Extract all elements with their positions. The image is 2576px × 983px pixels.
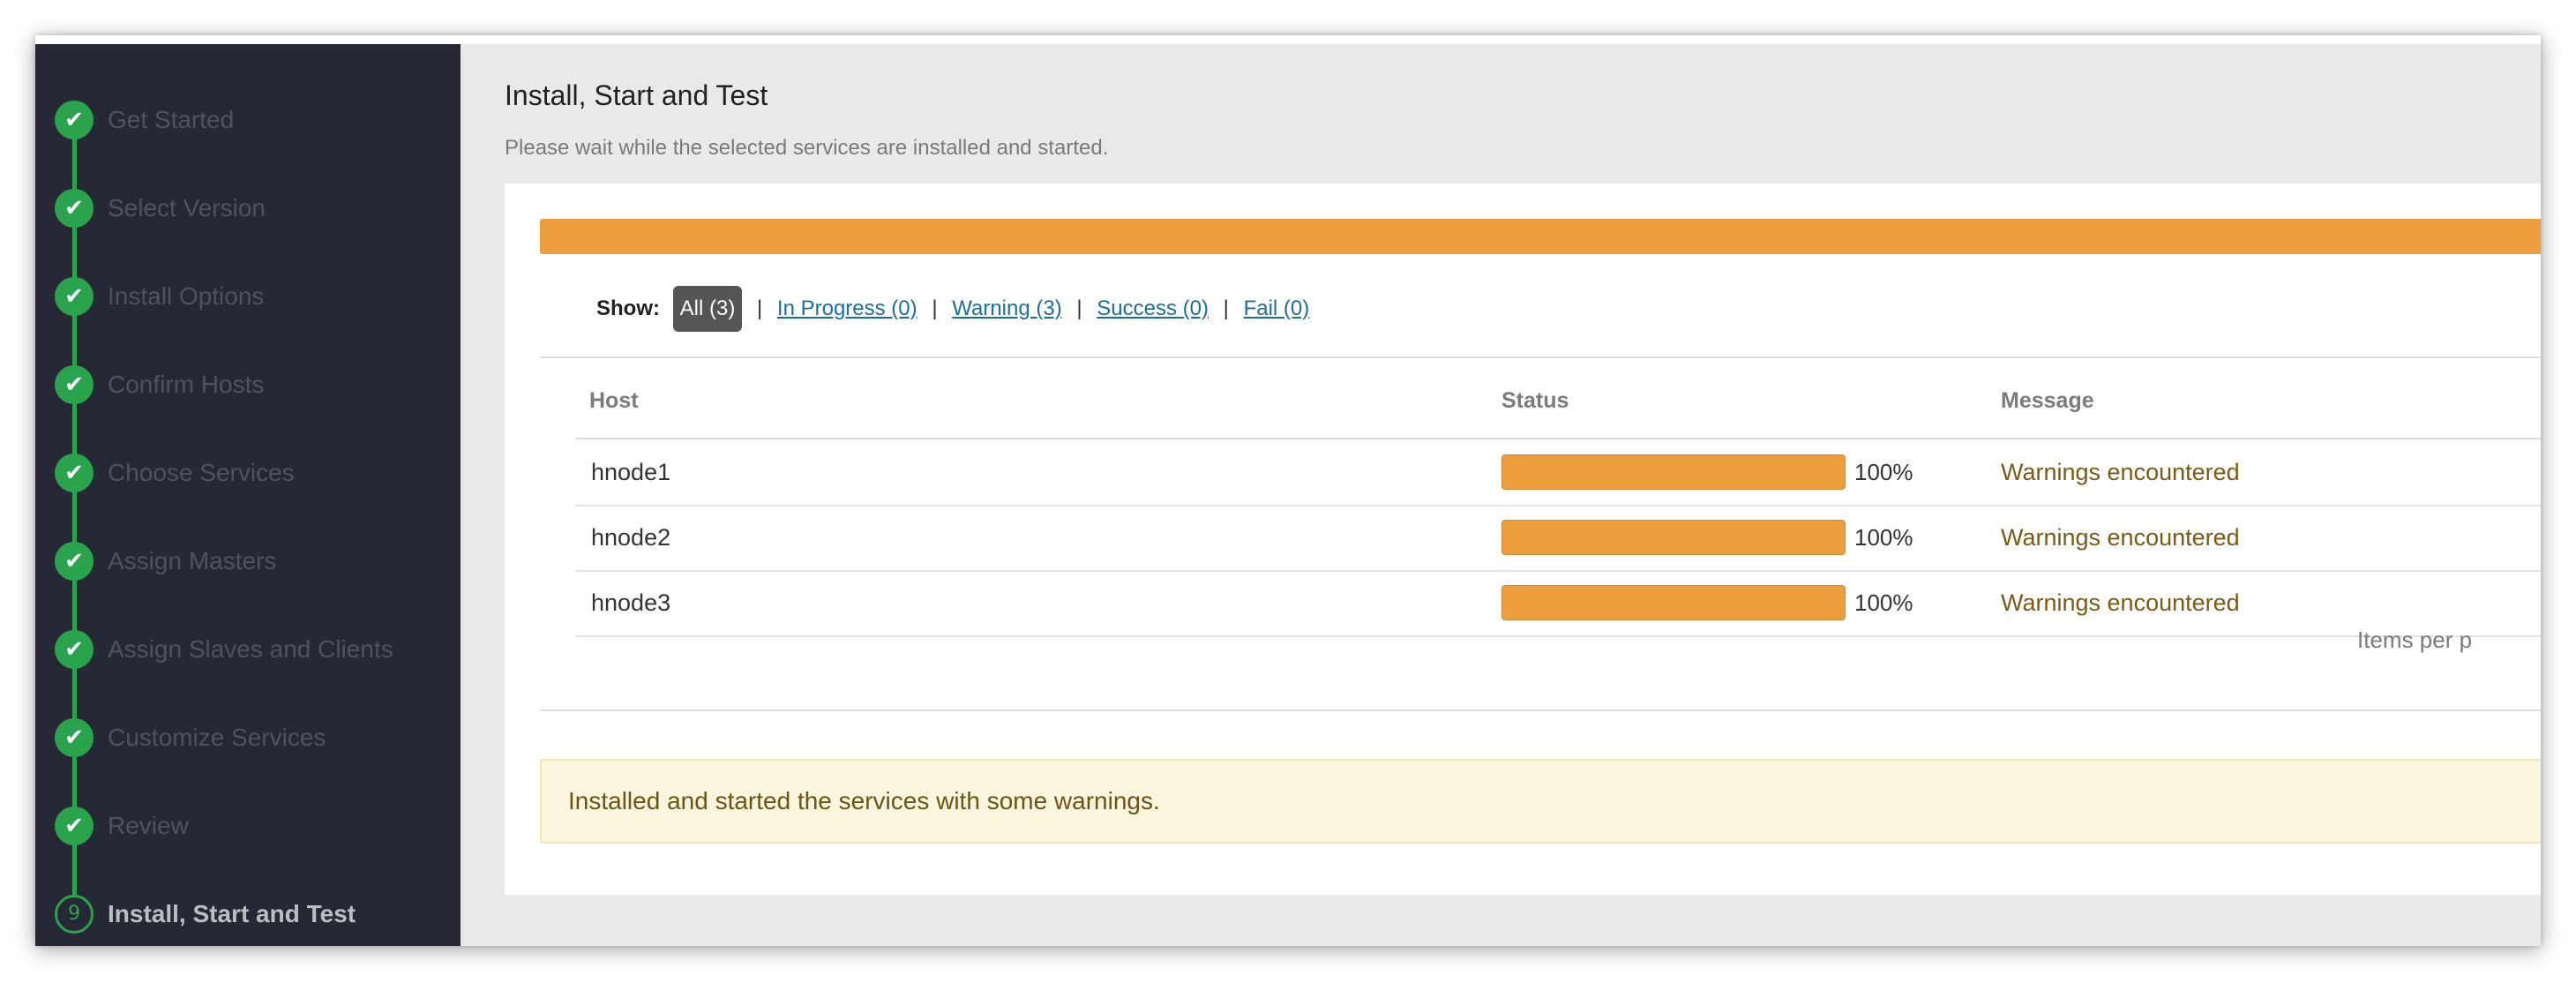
install-panel: Show: All (3) | In Progress (0) | Warnin… (505, 184, 2541, 895)
sidebar-step-get-started[interactable]: ✔ Get Started (35, 94, 461, 146)
sidebar-step-install-options[interactable]: ✔ Install Options (35, 270, 461, 323)
progress-fill (1501, 454, 1846, 490)
filter-all[interactable]: All (3) (672, 286, 743, 332)
host-message-link[interactable]: Warnings encountered (2001, 505, 2240, 570)
filter-separator: | (1076, 296, 1082, 320)
host-name: hnode2 (591, 524, 671, 551)
step-label: Choose Services (108, 459, 295, 486)
sidebar-step-install-start-test[interactable]: 9 Install, Start and Test (35, 888, 461, 941)
filter-separator: | (757, 296, 763, 320)
progress-track (72, 124, 77, 918)
step-number-icon: 9 (55, 895, 94, 934)
filter-warning[interactable]: Warning (3) (952, 296, 1061, 320)
check-icon: ✔ (55, 630, 94, 669)
check-icon: ✔ (55, 718, 94, 757)
sidebar-step-select-version[interactable]: ✔ Select Version (35, 182, 461, 235)
installer-window: ✔ Get Started ✔ Select Version ✔ Install… (35, 35, 2541, 946)
table-row: hnode2 100% Warnings encountered (575, 505, 2541, 572)
check-icon: ✔ (55, 807, 94, 845)
table-row: hnode1 100% Warnings encountered (575, 439, 2541, 507)
divider (540, 356, 2541, 358)
sidebar-step-assign-masters[interactable]: ✔ Assign Masters (35, 535, 461, 588)
check-icon: ✔ (55, 101, 94, 139)
items-per-page[interactable]: Items per p (2357, 627, 2472, 654)
host-progress-bar (1501, 520, 1846, 555)
step-label: Confirm Hosts (108, 371, 265, 398)
check-icon: ✔ (55, 277, 94, 316)
sidebar-step-confirm-hosts[interactable]: ✔ Confirm Hosts (35, 358, 461, 411)
filter-separator: | (932, 296, 938, 320)
show-label: Show: (596, 296, 660, 320)
sidebar-step-assign-slaves-clients[interactable]: ✔ Assign Slaves and Clients (35, 623, 461, 676)
step-label: Assign Masters (108, 547, 277, 574)
page-subtitle: Please wait while the selected services … (505, 136, 1109, 160)
step-label: Install, Start and Test (108, 900, 356, 927)
host-progress-bar (1501, 585, 1846, 620)
check-icon: ✔ (55, 454, 94, 492)
progress-percent: 100% (1854, 459, 1913, 485)
column-header-message: Message (2001, 388, 2094, 413)
filter-separator: | (1223, 296, 1229, 320)
check-icon: ✔ (55, 189, 94, 228)
check-icon: ✔ (55, 365, 94, 404)
sidebar-step-customize-services[interactable]: ✔ Customize Services (35, 711, 461, 764)
filter-success[interactable]: Success (0) (1097, 296, 1209, 320)
alert-message: Installed and started the services with … (568, 787, 1160, 814)
status-filters: Show: All (3) | In Progress (0) | Warnin… (596, 286, 1309, 332)
check-icon: ✔ (55, 542, 94, 581)
divider (540, 709, 2541, 711)
step-label: Get Started (108, 106, 235, 133)
host-name: hnode1 (591, 459, 671, 485)
step-label: Install Options (108, 282, 265, 310)
sidebar-step-choose-services[interactable]: ✔ Choose Services (35, 446, 461, 499)
filter-fail[interactable]: Fail (0) (1244, 296, 1310, 320)
host-progress-bar (1501, 454, 1846, 490)
progress-percent: 100% (1854, 524, 1913, 551)
host-message-link[interactable]: Warnings encountered (2001, 439, 2240, 505)
column-header-status: Status (1501, 388, 1569, 413)
overall-progress-bar (540, 219, 2541, 254)
table-row: hnode3 100% Warnings encountered (575, 570, 2541, 637)
progress-percent: 100% (1854, 589, 1913, 616)
warning-alert: Installed and started the services with … (540, 759, 2541, 844)
step-label: Review (108, 812, 189, 839)
sidebar-step-review[interactable]: ✔ Review (35, 799, 461, 852)
progress-fill (1501, 520, 1846, 555)
host-message-link[interactable]: Warnings encountered (2001, 570, 2240, 635)
step-label: Assign Slaves and Clients (108, 635, 393, 663)
main-content: Install, Start and Test Please wait whil… (461, 44, 2541, 946)
step-label: Customize Services (108, 724, 326, 751)
wizard-sidebar: ✔ Get Started ✔ Select Version ✔ Install… (35, 44, 461, 946)
progress-fill (1501, 585, 1846, 620)
step-label: Select Version (108, 194, 266, 221)
host-name: hnode3 (591, 589, 671, 616)
window-top-border (35, 35, 2541, 44)
filter-in-progress[interactable]: In Progress (0) (777, 296, 917, 320)
column-header-host: Host (589, 388, 639, 413)
page-title: Install, Start and Test (505, 79, 768, 111)
